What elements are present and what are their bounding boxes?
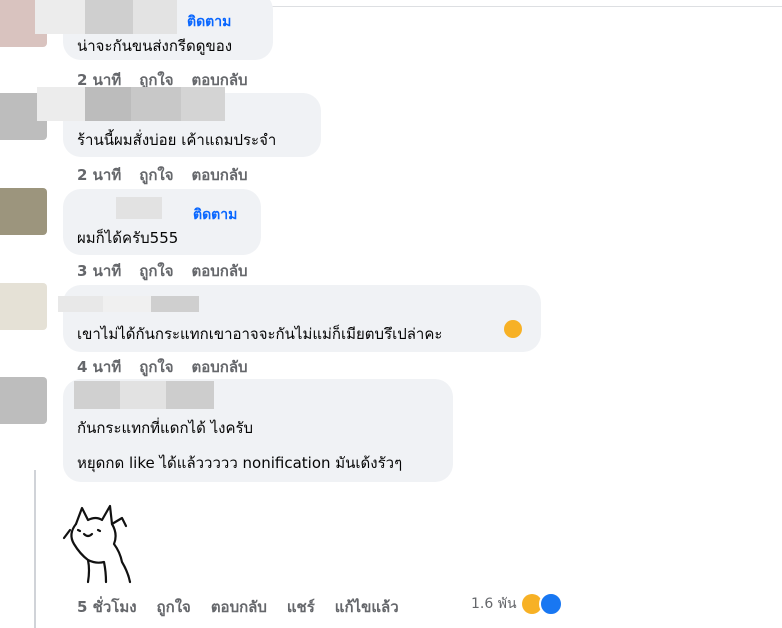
comment-text: ผมก็ได้ครับ555 [77, 229, 179, 247]
redacted-name [181, 87, 225, 121]
comment-actions: 5 ชั่วโมง ถูกใจ ตอบกลับ แชร์ แก้ไขแล้ว [77, 595, 399, 619]
redacted-name [58, 296, 104, 312]
redacted-name [120, 381, 168, 409]
like-button[interactable]: ถูกใจ [157, 595, 191, 619]
comment-bubble: เขาไม่ได้กันกระแทกเขาอาจจะกันไม่แม่ก็เมี… [58, 285, 541, 352]
follow-button[interactable]: ติดตาม [193, 204, 237, 226]
comment-actions: 4 นาที ถูกใจ ตอบกลับ [77, 355, 248, 379]
reply-button[interactable]: ตอบกลับ [211, 595, 267, 619]
redacted-name [116, 197, 162, 219]
redacted-name [74, 381, 120, 409]
comment-bubble: ติดตาม น่าจะกันขนส่งกรีดดูของ [35, 0, 273, 60]
comment-timestamp[interactable]: 2 นาที [77, 163, 121, 187]
reply-button[interactable]: ตอบกลับ [192, 163, 248, 187]
redacted-name [133, 0, 177, 34]
comment-bubble: ร้านนี้ผมสั่งบ่อย เค้าแถมประจำ [37, 87, 321, 157]
comment-bubble: ติดตาม ผมก็ได้ครับ555 [63, 189, 261, 255]
comment-timestamp[interactable]: 3 นาที [77, 259, 121, 283]
avatar[interactable] [0, 377, 47, 424]
comment-actions: 2 นาที ถูกใจ ตอบกลับ [77, 163, 248, 187]
reaction-summary[interactable]: 1.6 พัน [471, 592, 563, 616]
comment-text: กันกระแทกที่แดกได้ ไงครับ [77, 419, 254, 437]
comment-bubble: กันกระแทกที่แดกได้ ไงครับ หยุดกด like ได… [63, 379, 453, 482]
comment-text: หยุดกด like ได้แล้ววววว nonification มัน… [77, 454, 403, 472]
reply-button[interactable]: ตอบกลับ [192, 259, 248, 283]
cat-sticker-icon [62, 504, 132, 584]
like-reaction-icon [538, 592, 563, 616]
avatar[interactable] [0, 188, 47, 235]
like-button[interactable]: ถูกใจ [139, 163, 173, 187]
like-button[interactable]: ถูกใจ [139, 259, 173, 283]
comment-text: เขาไม่ได้กันกระแทกเขาอาจจะกันไม่แม่ก็เมี… [77, 325, 443, 343]
comment-timestamp[interactable]: 5 ชั่วโมง [77, 595, 137, 619]
laughing-emoji-icon [504, 320, 522, 338]
reply-thread-line [34, 470, 36, 628]
redacted-name [103, 296, 153, 312]
redacted-name [151, 296, 199, 312]
share-button[interactable]: แชร์ [287, 595, 315, 619]
reply-button[interactable]: ตอบกลับ [192, 355, 248, 379]
avatar[interactable] [0, 283, 47, 330]
sticker-image[interactable] [62, 500, 142, 588]
comment-text: น่าจะกันขนส่งกรีดดูของ [77, 37, 233, 55]
like-button[interactable]: ถูกใจ [139, 355, 173, 379]
edited-label[interactable]: แก้ไขแล้ว [335, 595, 399, 619]
reaction-count: 1.6 พัน [471, 596, 517, 612]
follow-button[interactable]: ติดตาม [187, 11, 231, 33]
comment-timestamp[interactable]: 4 นาที [77, 355, 121, 379]
comment-text: ร้านนี้ผมสั่งบ่อย เค้าแถมประจำ [77, 131, 277, 149]
redacted-name [131, 87, 187, 121]
redacted-name [166, 381, 214, 409]
comment-actions: 3 นาที ถูกใจ ตอบกลับ [77, 259, 248, 283]
redacted-name [85, 87, 135, 121]
